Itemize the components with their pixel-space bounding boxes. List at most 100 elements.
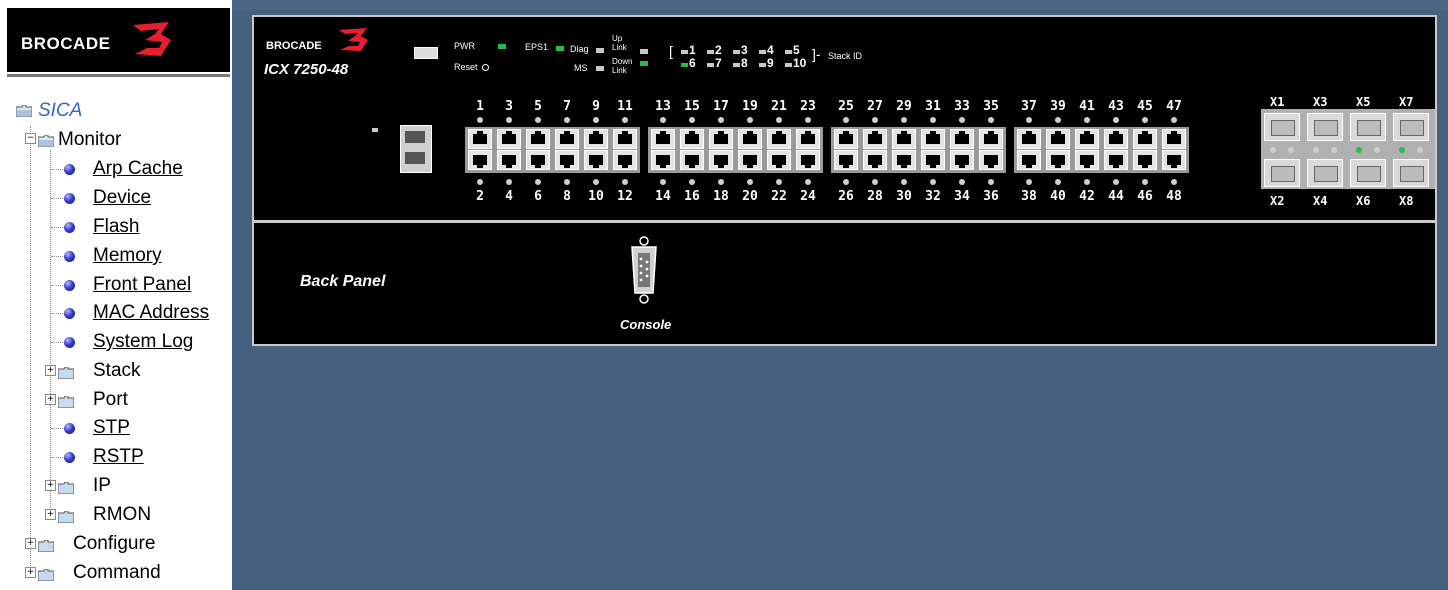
ethernet-port[interactable] — [584, 150, 608, 170]
expand-stack-icon[interactable]: + — [45, 365, 56, 376]
tree-flash[interactable]: Flash — [93, 215, 139, 239]
ethernet-port[interactable] — [497, 150, 521, 170]
expand-configure-icon[interactable]: + — [25, 538, 36, 549]
tree-system-log[interactable]: System Log — [93, 330, 193, 354]
collapse-monitor-icon[interactable]: − — [25, 133, 36, 144]
ethernet-port[interactable] — [613, 129, 637, 149]
port-status-led — [1171, 117, 1177, 123]
sfp-port[interactable] — [1307, 159, 1343, 187]
ethernet-port[interactable] — [979, 129, 1003, 149]
ethernet-port[interactable] — [555, 129, 579, 149]
tree-root-sica[interactable]: SICA — [38, 99, 82, 123]
ethernet-port[interactable] — [863, 150, 887, 170]
ethernet-port[interactable] — [468, 150, 492, 170]
ethernet-port[interactable] — [1046, 129, 1070, 149]
stack-id-number: 1 — [689, 43, 696, 57]
sfp-cage — [1357, 120, 1381, 136]
sfp-cage — [1314, 120, 1338, 136]
port-status-led — [930, 179, 936, 185]
diag-label: Diag — [570, 44, 589, 54]
sfp-cage — [1357, 166, 1381, 182]
port-status-led — [1084, 179, 1090, 185]
ethernet-port[interactable] — [1046, 150, 1070, 170]
port-number-label: 35 — [983, 99, 999, 114]
ethernet-port[interactable] — [555, 150, 579, 170]
reset-button-icon[interactable] — [482, 64, 489, 71]
tree-ip[interactable]: IP — [93, 474, 111, 498]
ethernet-port[interactable] — [651, 150, 675, 170]
port-socket — [984, 155, 998, 168]
ethernet-port[interactable] — [584, 129, 608, 149]
ethernet-port[interactable] — [1017, 150, 1041, 170]
ethernet-port[interactable] — [1133, 150, 1157, 170]
tree-arp-cache[interactable]: Arp Cache — [93, 157, 183, 181]
tree-configure[interactable]: Configure — [73, 532, 155, 556]
ethernet-port[interactable] — [1075, 150, 1099, 170]
ethernet-port[interactable] — [680, 150, 704, 170]
ethernet-port[interactable] — [651, 129, 675, 149]
tree-memory[interactable]: Memory — [93, 244, 162, 268]
ethernet-port[interactable] — [863, 129, 887, 149]
tree-port[interactable]: Port — [93, 388, 128, 412]
sfp-port[interactable] — [1307, 113, 1343, 141]
port-status-led — [506, 117, 512, 123]
ethernet-port[interactable] — [834, 129, 858, 149]
back-panel-title: Back Panel — [300, 273, 386, 290]
ethernet-port[interactable] — [796, 129, 820, 149]
ethernet-port[interactable] — [950, 150, 974, 170]
ethernet-port[interactable] — [738, 150, 762, 170]
ethernet-port[interactable] — [767, 150, 791, 170]
ethernet-port[interactable] — [796, 150, 820, 170]
sfp-port[interactable] — [1393, 159, 1429, 187]
expand-command-icon[interactable]: + — [25, 567, 36, 578]
port-status-led — [843, 117, 849, 123]
sfp-port[interactable] — [1264, 159, 1300, 187]
ethernet-port[interactable] — [1104, 129, 1128, 149]
stack-id-number: 6 — [689, 56, 696, 70]
sfp-port[interactable] — [1264, 113, 1300, 141]
sfp-port[interactable] — [1350, 113, 1386, 141]
tree-rmon[interactable]: RMON — [93, 503, 151, 527]
tree-rstp[interactable]: RSTP — [93, 445, 144, 469]
tree-stack[interactable]: Stack — [93, 359, 141, 383]
ethernet-port[interactable] — [738, 129, 762, 149]
bullet-icon — [64, 423, 75, 434]
port-socket — [685, 131, 699, 144]
ethernet-port[interactable] — [1162, 129, 1186, 149]
ethernet-port[interactable] — [526, 129, 550, 149]
tree-device[interactable]: Device — [93, 186, 151, 210]
ethernet-port[interactable] — [709, 150, 733, 170]
console-port-icon[interactable] — [627, 235, 661, 305]
ethernet-port[interactable] — [1104, 150, 1128, 170]
expand-port-icon[interactable]: + — [45, 394, 56, 405]
tree-front-panel[interactable]: Front Panel — [93, 273, 191, 297]
ethernet-port[interactable] — [950, 129, 974, 149]
ethernet-port[interactable] — [979, 150, 1003, 170]
tree-stp[interactable]: STP — [93, 416, 130, 440]
ethernet-port[interactable] — [1162, 150, 1186, 170]
ethernet-port[interactable] — [767, 129, 791, 149]
ethernet-port[interactable] — [526, 150, 550, 170]
ethernet-port[interactable] — [613, 150, 637, 170]
ethernet-port[interactable] — [1133, 129, 1157, 149]
ethernet-port[interactable] — [834, 150, 858, 170]
ethernet-port[interactable] — [1017, 129, 1041, 149]
sfp-port[interactable] — [1350, 159, 1386, 187]
expand-rmon-icon[interactable]: + — [45, 509, 56, 520]
ethernet-port[interactable] — [709, 129, 733, 149]
ethernet-port[interactable] — [497, 129, 521, 149]
ethernet-port[interactable] — [892, 129, 916, 149]
ethernet-port[interactable] — [921, 150, 945, 170]
ethernet-port[interactable] — [921, 129, 945, 149]
ethernet-port[interactable] — [468, 129, 492, 149]
ethernet-port[interactable] — [1075, 129, 1099, 149]
ethernet-port[interactable] — [892, 150, 916, 170]
port-socket — [743, 131, 757, 144]
tree-mac-address[interactable]: MAC Address — [93, 301, 209, 325]
expand-ip-icon[interactable]: + — [45, 480, 56, 491]
sfp-port[interactable] — [1393, 113, 1429, 141]
ethernet-port[interactable] — [680, 129, 704, 149]
port-number-label: 9 — [592, 99, 600, 114]
tree-monitor[interactable]: Monitor — [58, 128, 121, 152]
tree-command[interactable]: Command — [73, 561, 161, 585]
